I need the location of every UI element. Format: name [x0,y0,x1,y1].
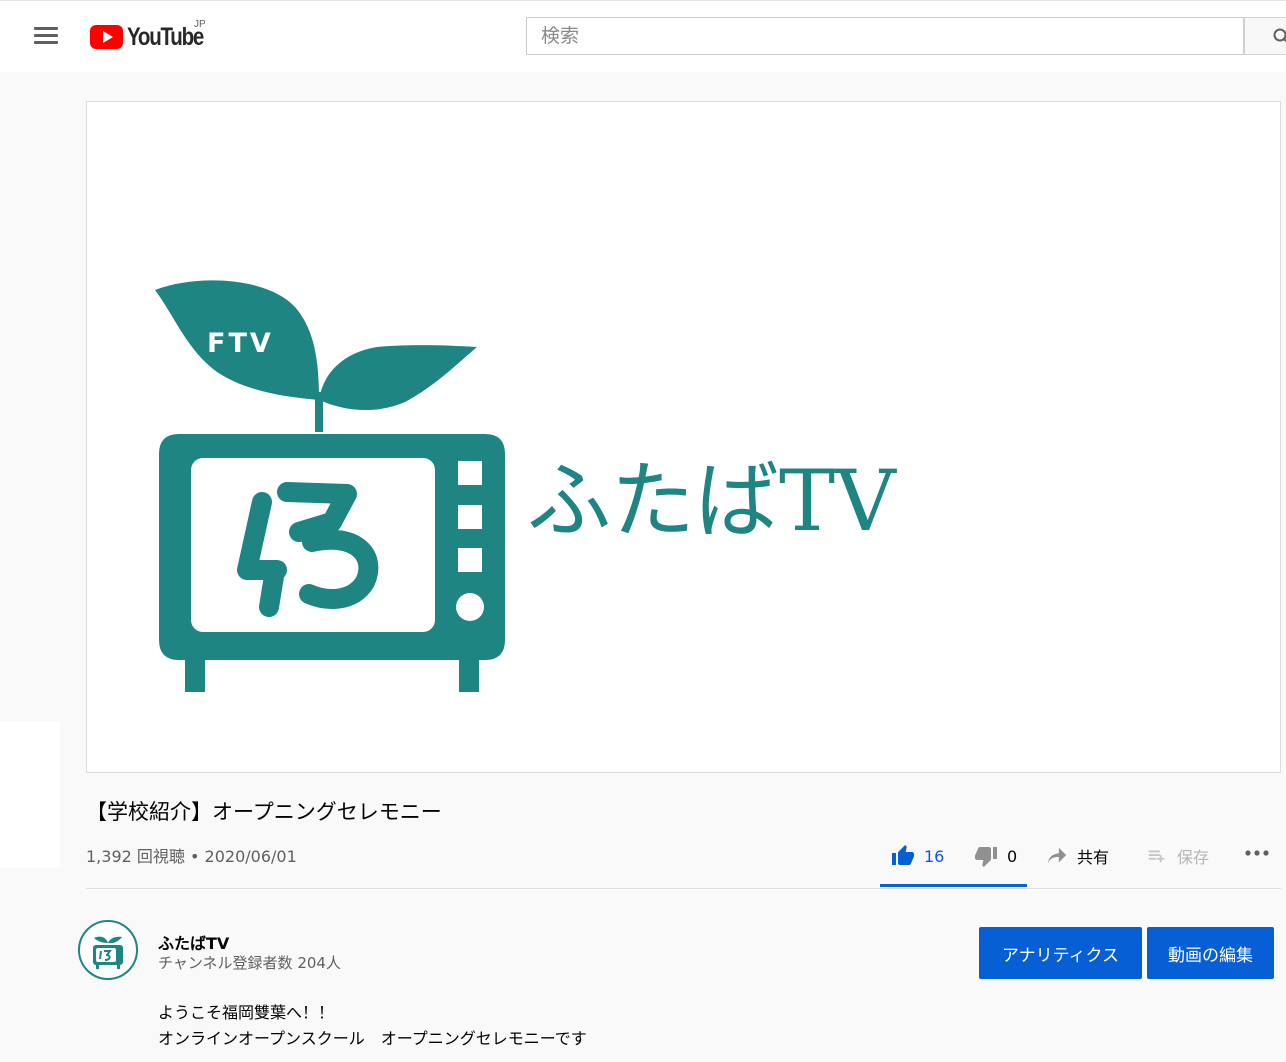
playlist-add-icon [1148,850,1165,863]
video-actions: 16 0 共有 保存 [880,838,1286,888]
view-count: 1,392 回視聴 [86,847,185,866]
channel-logo-icon [93,936,123,969]
search-input[interactable] [527,18,1243,54]
share-button[interactable]: 共有 [1045,844,1109,868]
thumbs-up-icon [892,845,914,865]
like-count: 16 [924,846,945,866]
video-description: ようこそ福岡雙葉へ！！ オンラインオープンスクール オープニングセレモニーです [158,1000,587,1052]
search-box[interactable] [526,17,1244,55]
video-title: 【学校紹介】オープニングセレモニー [86,800,442,824]
ftv-badge: FTV [207,328,274,359]
sentiment-bar [880,884,1027,887]
more-actions-button[interactable] [1244,848,1270,858]
country-code: JP [194,19,206,30]
brand-text: ふたばTV [527,452,897,550]
analytics-button[interactable]: アナリティクス [979,927,1142,979]
video-meta: 1,392 回視聴 • 2020/06/01 [86,843,297,867]
publish-date: 2020/06/01 [204,847,297,866]
channel-name[interactable]: ふたばTV [158,930,229,954]
youtube-wordmark: YouTube [127,22,204,51]
youtube-logo[interactable]: YouTube JP [90,19,220,51]
description-line: ようこそ福岡雙葉へ！！ [158,1003,335,1022]
share-icon [1047,847,1067,864]
search-button[interactable] [1244,17,1286,55]
youtube-play-icon [90,25,123,49]
search-icon [1273,28,1286,43]
dislike-count: 0 [1007,846,1018,866]
save-button[interactable]: 保存 [1145,844,1209,868]
video-player[interactable]: FTV ふたばTV [86,101,1281,773]
subscriber-count: チャンネル登録者数 204人 [158,954,341,972]
masthead: YouTube JP [0,0,1286,72]
share-label: 共有 [1077,848,1110,867]
like-button[interactable]: 16 [890,844,944,868]
edit-video-button[interactable]: 動画の編集 [1147,927,1274,979]
side-panel [0,722,60,868]
divider [86,888,1281,889]
more-horizontal-icon [1245,850,1269,856]
channel-avatar[interactable] [78,920,138,980]
menu-icon[interactable] [34,27,58,47]
save-label: 保存 [1177,848,1210,867]
video-thumbnail: FTV ふたばTV [155,280,897,692]
description-line: オンラインオープンスクール オープニングセレモニーです [158,1029,587,1048]
dislike-button[interactable]: 0 [973,844,1017,868]
meta-separator: • [190,847,200,866]
thumbs-down-icon [975,847,997,867]
